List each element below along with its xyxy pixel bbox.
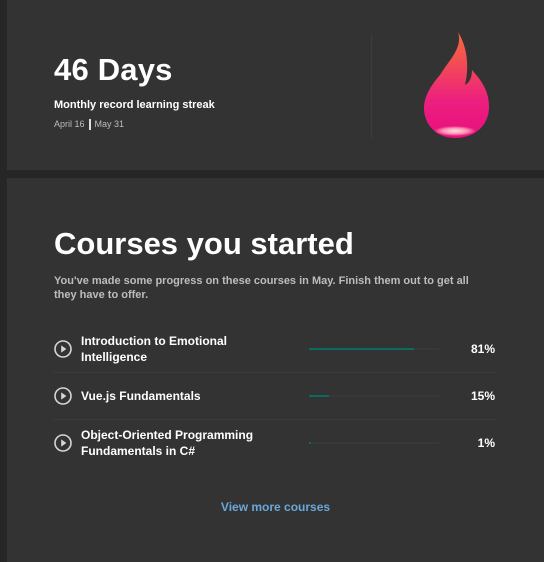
course-progress-percent: 15% (470, 389, 495, 403)
streak-subtitle: Monthly record learning streak (54, 99, 215, 111)
section-divider (371, 34, 372, 138)
date-divider (88, 118, 91, 130)
course-progress-percent: 1% (477, 436, 495, 450)
progress-fill (309, 348, 415, 350)
course-row[interactable]: Object-Oriented Programming Fundamentals… (53, 420, 495, 466)
flame-icon (424, 32, 489, 138)
streak-date-range: April 16 May 31 (54, 117, 124, 131)
course-title[interactable]: Object-Oriented Programming Fundamentals… (81, 427, 281, 459)
course-list: Introduction to Emotional Intelligence 8… (53, 326, 495, 466)
course-row[interactable]: Introduction to Emotional Intelligence 8… (53, 326, 495, 373)
courses-description: You've made some progress on these cours… (54, 275, 469, 301)
courses-card: Courses you started You've made some pro… (7, 178, 544, 562)
courses-title: Courses you started (54, 226, 354, 261)
play-icon[interactable] (54, 340, 72, 358)
course-title[interactable]: Introduction to Emotional Intelligence (81, 333, 281, 365)
progress-bar (309, 395, 439, 397)
play-icon[interactable] (54, 387, 72, 405)
course-progress-percent: 81% (470, 342, 495, 356)
progress-fill (309, 395, 329, 397)
progress-bar (309, 442, 439, 444)
streak-card: 46 Days Monthly record learning streak A… (7, 0, 544, 170)
streak-days: 46 Days (54, 52, 173, 87)
progress-bar (309, 348, 439, 350)
streak-start-date: April 16 (54, 119, 85, 129)
progress-fill (309, 442, 311, 444)
course-title[interactable]: Vue.js Fundamentals (81, 388, 281, 404)
course-row[interactable]: Vue.js Fundamentals 15% (53, 373, 495, 420)
view-more-courses-link[interactable]: View more courses (7, 500, 544, 514)
play-icon[interactable] (54, 434, 72, 452)
streak-end-date: May 31 (94, 119, 125, 129)
